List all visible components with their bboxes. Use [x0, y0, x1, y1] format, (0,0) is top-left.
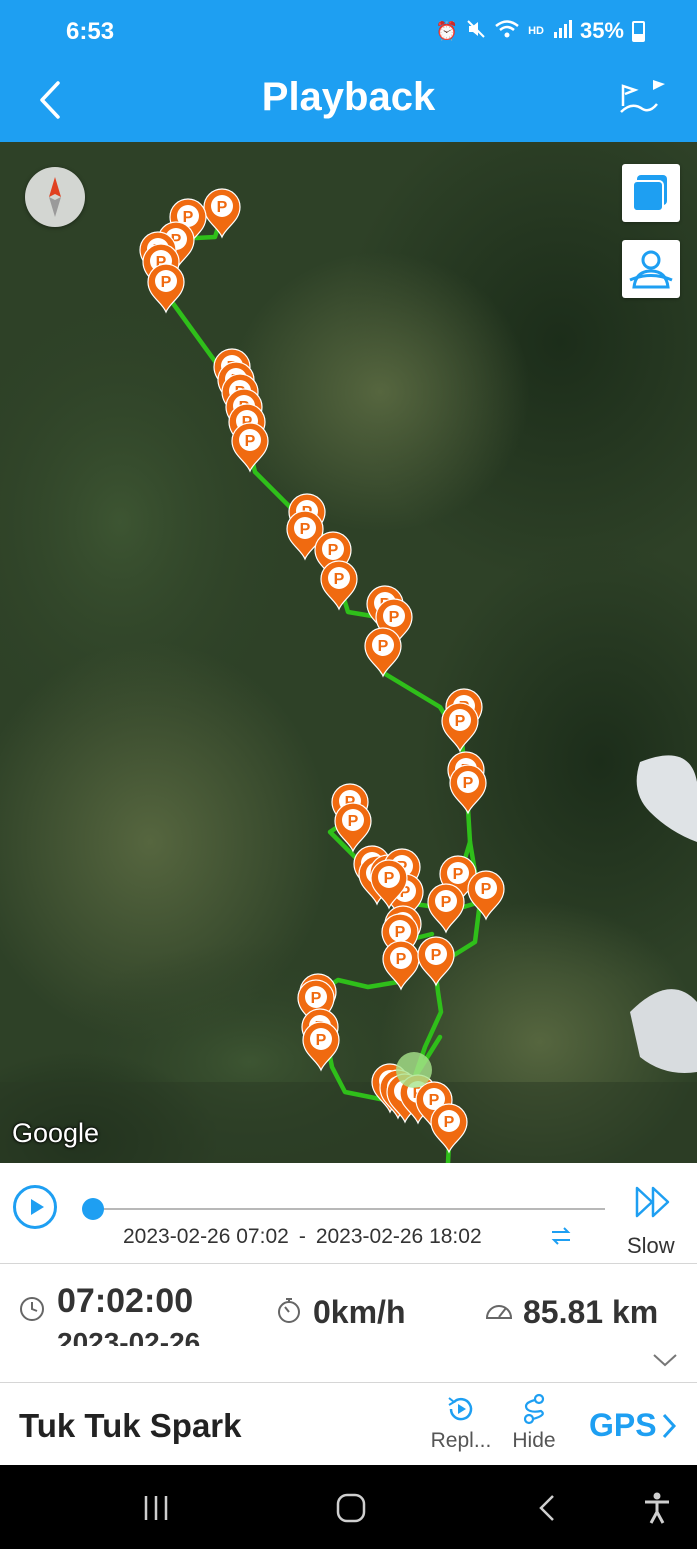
accessibility-button[interactable]	[634, 1485, 680, 1531]
signal-icon	[552, 19, 572, 44]
progress-thumb[interactable]	[82, 1198, 104, 1220]
status-icons: ⏰ HD 35%	[436, 18, 645, 44]
play-button[interactable]	[13, 1185, 57, 1229]
system-back-button[interactable]	[524, 1485, 570, 1531]
svg-text:P: P	[245, 433, 256, 450]
svg-text:P: P	[396, 951, 407, 968]
map-view[interactable]: PPPPPPPPPPPPPPPPPPPPPPPPPPPPPPPPPPPPPPPP…	[0, 142, 697, 1163]
chevron-right-icon	[662, 1413, 676, 1438]
playback-bar: 2023-02-26 07:02-2023-02-26 18:02 Slow	[0, 1163, 697, 1264]
accessibility-icon	[645, 1492, 669, 1524]
mute-vibrate-icon	[466, 19, 486, 44]
svg-text:P: P	[378, 638, 389, 655]
google-logo: Google	[12, 1118, 100, 1148]
driver-icon	[629, 250, 673, 289]
route-icon	[523, 1393, 545, 1425]
svg-text:P: P	[429, 1092, 440, 1109]
stats-panel: 07:02:00 2023-02-26 0km/h 85.81 km	[0, 1264, 697, 1383]
total-distance: 85.81 km	[523, 1294, 659, 1330]
page-title: Playback	[261, 75, 436, 119]
svg-text:P: P	[161, 274, 172, 291]
home-icon	[336, 1493, 366, 1523]
svg-text:P: P	[453, 866, 464, 883]
time-range: 2023-02-26 07:02-2023-02-26 18:02	[123, 1225, 482, 1249]
clock-icon	[20, 1297, 44, 1321]
svg-text:P: P	[463, 775, 474, 792]
hide-button[interactable]: Hide	[505, 1393, 563, 1453]
app-bar: Playback	[0, 62, 697, 142]
compass-button[interactable]	[25, 167, 85, 227]
odometer-icon	[485, 1305, 513, 1319]
replay-button[interactable]: Repl...	[425, 1393, 497, 1453]
svg-text:P: P	[455, 713, 466, 730]
svg-text:P: P	[395, 924, 406, 941]
battery-icon	[632, 20, 645, 42]
device-bar: Tuk Tuk Spark Repl... Hide GPS	[0, 1383, 697, 1465]
svg-text:P: P	[300, 521, 311, 538]
system-nav-bar	[0, 1465, 697, 1549]
swap-range-icon[interactable]	[548, 1223, 574, 1249]
network-type-label: HD	[528, 25, 544, 37]
satellite-map: PPPPPPPPPPPPPPPPPPPPPPPPPPPPPPPPPPPPPPPP…	[0, 142, 697, 1163]
hide-label: Hide	[512, 1429, 556, 1452]
alarm-icon: ⏰	[435, 20, 459, 41]
svg-text:P: P	[444, 1114, 455, 1131]
start-end-flags-button[interactable]	[617, 76, 669, 120]
back-arrow-icon	[539, 1495, 554, 1521]
svg-text:P: P	[311, 990, 322, 1007]
device-name: Tuk Tuk Spark	[19, 1407, 242, 1444]
svg-text:P: P	[328, 542, 339, 559]
layers-icon	[632, 175, 667, 212]
svg-text:P: P	[431, 947, 442, 964]
driver-view-button[interactable]	[622, 240, 680, 298]
svg-text:P: P	[217, 199, 228, 216]
current-speed: 0km/h	[313, 1294, 406, 1330]
svg-text:P: P	[481, 881, 492, 898]
start-end-flags-icon	[620, 80, 665, 113]
replay-label: Repl...	[430, 1429, 492, 1452]
replay-icon	[448, 1397, 473, 1421]
range-start: 2023-02-26 07:02	[123, 1225, 289, 1248]
gps-button[interactable]: GPS	[589, 1407, 677, 1444]
current-date: 2023-02-26	[57, 1327, 201, 1346]
play-icon	[30, 1199, 44, 1215]
chevron-down-icon[interactable]	[652, 1352, 678, 1368]
svg-text:P: P	[334, 571, 345, 588]
progress-track[interactable]	[93, 1208, 605, 1210]
stopwatch-icon	[278, 1298, 300, 1323]
range-end: 2023-02-26 18:02	[315, 1225, 482, 1248]
home-button[interactable]	[328, 1485, 374, 1531]
svg-text:P: P	[389, 609, 400, 626]
wifi-icon	[494, 19, 520, 44]
status-bar: 6:53 ⏰ HD 35%	[0, 0, 697, 62]
battery-percent: 35%	[579, 18, 624, 43]
speed-label[interactable]: Slow	[627, 1233, 675, 1259]
gps-label: GPS	[589, 1407, 657, 1443]
compass-icon	[49, 177, 61, 217]
svg-text:P: P	[348, 813, 359, 830]
recent-apps-button[interactable]	[133, 1485, 179, 1531]
status-time: 6:53	[66, 18, 115, 45]
layers-button[interactable]	[622, 164, 680, 222]
svg-text:P: P	[316, 1032, 327, 1049]
fast-forward-icon[interactable]	[634, 1185, 672, 1219]
range-separator: -	[298, 1225, 306, 1248]
current-time: 07:02:00	[57, 1282, 194, 1320]
svg-text:P: P	[441, 894, 452, 911]
svg-text:P: P	[384, 870, 395, 887]
recent-apps-icon	[144, 1496, 168, 1520]
